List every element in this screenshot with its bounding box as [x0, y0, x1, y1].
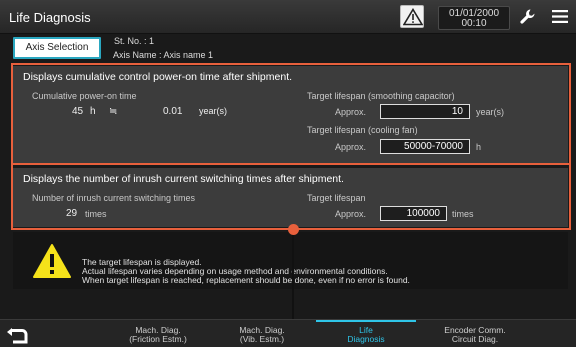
- alarm-button[interactable]: [400, 5, 424, 28]
- capacitor-approx-label: Approx.: [335, 107, 367, 117]
- axis-selection-button[interactable]: Axis Selection: [13, 37, 101, 59]
- bottom-tab-bar: Mach. Diag. (Friction Estm.) Mach. Diag.…: [0, 319, 576, 347]
- tab-label-line2: (Vib. Estm.): [239, 334, 285, 344]
- inrush-approx-label: Approx.: [335, 209, 367, 219]
- capacitor-value-field: 10: [380, 104, 470, 119]
- tab-label-line2: Circuit Diag.: [451, 334, 499, 344]
- years-value: 0.01: [163, 106, 183, 117]
- tab-encoder-comm-diag[interactable]: Encoder Comm. Circuit Diag.: [420, 320, 530, 347]
- power-on-panel: Displays cumulative control power-on tim…: [13, 66, 568, 163]
- back-arrow-icon: [7, 328, 28, 344]
- cumulative-label: Cumulative power-on time: [32, 91, 137, 101]
- fan-approx-label: Approx.: [335, 142, 367, 152]
- tab-life-diagnosis[interactable]: Life Diagnosis: [316, 320, 416, 347]
- wrench-icon[interactable]: [519, 8, 537, 26]
- datetime-display: 01/01/2000 00:10: [438, 6, 510, 30]
- warning-icon: [33, 244, 71, 278]
- back-button[interactable]: [0, 320, 40, 347]
- hours-unit: h: [90, 106, 96, 117]
- power-on-heading: Displays cumulative control power-on tim…: [23, 71, 293, 83]
- highlight-divider: [11, 163, 571, 165]
- inrush-count-value: 29: [66, 208, 78, 219]
- time-text: 00:10: [461, 18, 487, 29]
- page-title: Life Diagnosis: [9, 10, 91, 25]
- tab-label-line2: Diagnosis: [347, 334, 385, 344]
- inrush-count-unit: times: [85, 209, 107, 219]
- station-number: St. No. : 1: [114, 36, 155, 46]
- capacitor-label: Target lifespan (smoothing capacitor): [307, 91, 455, 101]
- approx-equal-sign: ≒: [109, 106, 118, 117]
- notice-line-3: When target lifespan is reached, replace…: [82, 275, 410, 285]
- fan-unit: h: [476, 142, 482, 152]
- inrush-heading: Displays the number of inrush current sw…: [23, 173, 344, 185]
- inrush-target-label: Target lifespan: [307, 193, 366, 203]
- header-bar: Life Diagnosis 01/01/2000 00:10: [0, 0, 576, 34]
- tab-mach-diag-vibration[interactable]: Mach. Diag. (Vib. Estm.): [212, 320, 312, 347]
- capacitor-unit: year(s): [476, 107, 505, 117]
- fan-label: Target lifespan (cooling fan): [307, 125, 418, 135]
- warning-triangle-icon: [403, 8, 423, 26]
- hamburger-menu-icon[interactable]: [552, 9, 568, 24]
- hours-value: 45: [72, 106, 84, 117]
- inrush-panel: Displays the number of inrush current sw…: [13, 168, 568, 227]
- inrush-count-label: Number of inrush current switching times: [32, 193, 196, 203]
- tab-label-line2: (Friction Estm.): [129, 334, 187, 344]
- axis-name: Axis Name : Axis name 1: [113, 50, 214, 60]
- fan-value-field: 50000-70000: [380, 139, 470, 154]
- years-unit: year(s): [199, 106, 228, 116]
- inrush-target-field: 100000: [380, 206, 447, 221]
- tab-mach-diag-friction[interactable]: Mach. Diag. (Friction Estm.): [108, 320, 208, 347]
- inrush-target-unit: times: [452, 209, 474, 219]
- callout-dot: [288, 224, 299, 235]
